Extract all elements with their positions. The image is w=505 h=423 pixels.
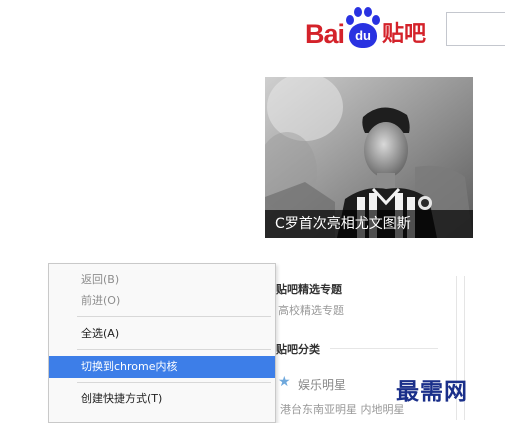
context-menu: 返回(B) 前进(O) 全选(A) 切换到chrome内核 创建快捷方式(T) (48, 263, 276, 423)
paw-icon: du (345, 6, 381, 48)
logo-text-bai: Bai (305, 19, 345, 49)
banner-carousel[interactable]: C罗首次亮相尤文图斯 (265, 77, 473, 238)
star-icon: ★ (278, 374, 291, 390)
category-link[interactable]: 娱乐明星 (298, 376, 346, 393)
featured-topics-title: 贴吧精选专题 (276, 283, 342, 296)
search-input[interactable] (446, 12, 505, 46)
featured-topic-link[interactable]: 高校精选专题 (278, 302, 344, 318)
menu-separator (77, 382, 271, 383)
watermark: 最需网 (396, 378, 468, 405)
section-divider (330, 348, 438, 349)
tieba-logo[interactable]: Bai du 贴吧 (305, 4, 426, 48)
menu-item-switch-chrome[interactable]: 切换到chrome内核 (49, 356, 275, 378)
menu-item-forward: 前进(O) (81, 294, 121, 307)
menu-separator (77, 316, 271, 317)
menu-item-create-shortcut[interactable]: 创建快捷方式(T) (49, 388, 275, 410)
menu-item-select-all[interactable]: 全选(A) (49, 323, 275, 345)
menu-item-back: 返回(B) (81, 273, 120, 286)
menu-separator (77, 349, 271, 350)
banner-caption[interactable]: C罗首次亮相尤文图斯 (265, 210, 473, 238)
subcategory-links[interactable]: 港台东南亚明星 内地明星 (280, 401, 405, 417)
categories-title: 贴吧分类 (276, 343, 320, 356)
logo-paw-text: du (349, 23, 378, 48)
logo-text-tieba: 贴吧 (382, 22, 427, 47)
